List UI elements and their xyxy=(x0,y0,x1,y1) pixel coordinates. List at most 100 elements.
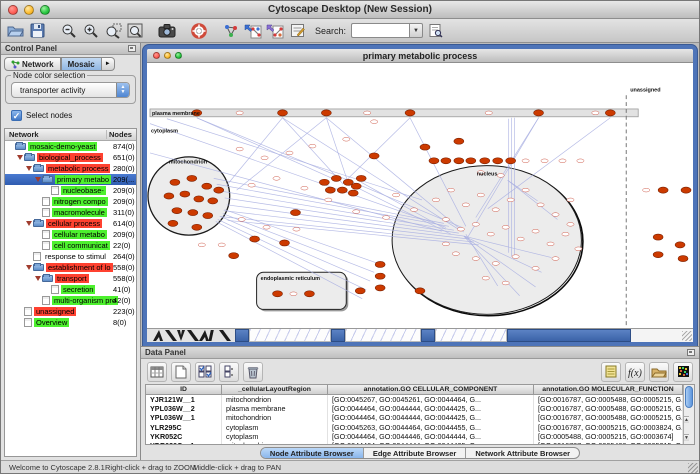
tree-row[interactable]: multi-organism pro42(0) xyxy=(5,295,136,306)
expand-triangle-icon[interactable] xyxy=(34,276,42,281)
scrollbar-thumb[interactable] xyxy=(685,386,693,408)
zoom-fit-icon[interactable] xyxy=(125,21,145,41)
window-resize-grip[interactable] xyxy=(688,463,698,473)
notepad-icon[interactable] xyxy=(601,362,621,382)
tab-node-attribute-browser[interactable]: Node Attribute Browser xyxy=(261,448,364,458)
zoom-in-icon[interactable] xyxy=(81,21,101,41)
gene-node xyxy=(229,253,239,259)
unselect-attributes-icon[interactable] xyxy=(219,362,239,382)
network-view-titlebar[interactable]: primary metabolic process xyxy=(147,49,693,63)
cytoscape-window: Cytoscape Desktop (New Session) xyxy=(0,0,700,474)
select-nodes-checkbox[interactable]: ✓ xyxy=(11,110,22,121)
delete-attribute-icon[interactable] xyxy=(243,362,263,382)
small-node xyxy=(236,147,243,151)
float-data-panel-icon[interactable] xyxy=(687,349,695,356)
zoom-out-icon[interactable] xyxy=(59,21,79,41)
select-attributes-icon[interactable] xyxy=(195,362,215,382)
tab-network-attribute-browser[interactable]: Network Attribute Browser xyxy=(466,448,579,458)
mitochondrion-label: mitochondrion xyxy=(169,160,207,166)
scroll-up-icon[interactable]: ▲ xyxy=(684,416,689,423)
table-row[interactable]: YKR052Ccytoplasm[GO:0044464, GO:0044446,… xyxy=(146,432,683,441)
minimized-window-titlebar[interactable] xyxy=(421,329,435,342)
tree-row[interactable]: response to stimul264(0) xyxy=(5,251,136,262)
search-dropdown-icon[interactable]: ▼ xyxy=(409,23,423,38)
folder-icon xyxy=(42,275,53,282)
network-canvas[interactable]: plasma membranecytoplasmmitochondrionnuc… xyxy=(147,63,693,328)
float-panel-icon[interactable] xyxy=(128,45,136,52)
table-row[interactable]: YPL036W__2plasma membrane[GO:0044464, GO… xyxy=(146,404,683,413)
tree-row[interactable]: establishment of lo558(0) xyxy=(5,262,136,273)
network-view-window[interactable]: primary metabolic process plasma membran… xyxy=(143,45,697,346)
tree-row[interactable]: biological_process651(0) xyxy=(5,152,136,163)
tree-row[interactable]: cellular process614(0) xyxy=(5,218,136,229)
expand-triangle-icon[interactable] xyxy=(25,221,33,226)
snapshot-icon[interactable] xyxy=(157,21,177,41)
gene-node xyxy=(493,158,503,164)
minimized-window-thumbnail[interactable] xyxy=(345,329,421,342)
tree-col-nodes[interactable]: Nodes xyxy=(106,130,136,139)
tab-overflow-arrow[interactable]: ► xyxy=(102,57,115,71)
folder-icon xyxy=(33,264,44,271)
minimized-window-titlebar[interactable] xyxy=(235,329,249,342)
tree-row[interactable]: macromolecule311(0) xyxy=(5,207,136,218)
table-row[interactable]: YDR039C__1mitochondrion[GO:0044464, GO:0… xyxy=(146,441,683,444)
table-row[interactable]: YLR295Ccytoplasm[GO:0045263, GO:0044464,… xyxy=(146,423,683,432)
tree-row[interactable]: transport558(0) xyxy=(5,273,136,284)
gene-node xyxy=(658,187,668,193)
network-overview-icon[interactable] xyxy=(221,21,241,41)
tree-row[interactable]: nitrogen compo209(0) xyxy=(5,196,136,207)
function-builder-icon[interactable]: f(x) xyxy=(625,362,645,382)
small-node xyxy=(383,216,390,220)
tab-edge-attribute-browser[interactable]: Edge Attribute Browser xyxy=(364,448,466,458)
tree-row[interactable]: Overview8(0) xyxy=(5,317,136,328)
tab-mosaic[interactable]: Mosaic xyxy=(61,57,102,71)
table-row[interactable]: YPL036W__1mitochondrion[GO:0044464, GO:0… xyxy=(146,413,683,422)
heatmap-icon[interactable] xyxy=(673,362,693,382)
minimized-window-titlebar[interactable] xyxy=(331,329,345,342)
cytoplasm-label: cytoplasm xyxy=(151,128,178,134)
tab-network[interactable]: Network xyxy=(4,57,61,71)
tree-row[interactable]: mosaic-demo-yeast874(0) xyxy=(5,141,136,152)
tree-row[interactable]: unassigned223(0) xyxy=(5,306,136,317)
expand-triangle-icon[interactable] xyxy=(34,177,42,182)
search-input[interactable] xyxy=(351,23,409,38)
network-modify-b-icon[interactable] xyxy=(265,21,285,41)
column-header[interactable]: _cellularLayoutRegion xyxy=(222,385,328,395)
tree-row[interactable]: primary metabo209(... xyxy=(5,174,136,185)
network-modify-a-icon[interactable] xyxy=(243,21,263,41)
zoom-selected-icon[interactable] xyxy=(103,21,123,41)
column-header[interactable]: annotation.GO CELLULAR_COMPONENT xyxy=(328,385,534,395)
table-vertical-scrollbar[interactable]: ▲ ▼ xyxy=(683,385,694,444)
scroll-down-icon[interactable]: ▼ xyxy=(684,434,689,441)
annotation-form-icon[interactable] xyxy=(287,21,307,41)
status-pan-hint: Middle-click + drag to PAN xyxy=(193,463,281,472)
save-session-icon[interactable] xyxy=(27,21,47,41)
node-color-select[interactable]: transporter activity ▲▼ xyxy=(11,82,130,98)
expand-triangle-icon[interactable] xyxy=(25,265,33,270)
tree-row[interactable]: nucleobase-209(0) xyxy=(5,185,136,196)
table-row[interactable]: YJR121W__1mitochondrion[GO:0045267, GO:0… xyxy=(146,395,683,404)
column-header[interactable]: annotation.GO MOLECULAR_FUNCTION xyxy=(534,385,683,395)
expand-triangle-icon[interactable] xyxy=(16,155,24,160)
help-icon[interactable] xyxy=(189,21,209,41)
open-file-icon[interactable] xyxy=(5,21,25,41)
gene-node xyxy=(415,288,425,294)
tree-row[interactable]: metabolic process280(0) xyxy=(5,163,136,174)
expand-triangle-icon[interactable] xyxy=(25,166,33,171)
tree-row[interactable]: cell communicat22(0) xyxy=(5,240,136,251)
minimized-window-titlebar[interactable] xyxy=(507,329,631,342)
tree-row[interactable]: cellular metabo209(0) xyxy=(5,229,136,240)
minimized-window-thumbnail[interactable] xyxy=(249,329,331,342)
tree-row[interactable]: secretion41(0) xyxy=(5,284,136,295)
tree-col-network[interactable]: Network xyxy=(5,130,106,139)
gene-node xyxy=(304,291,314,297)
advanced-search-icon[interactable] xyxy=(425,21,445,41)
import-table-icon[interactable] xyxy=(649,362,669,382)
show-table-icon[interactable] xyxy=(147,362,167,382)
control-panel-header: Control Panel xyxy=(1,43,140,55)
column-header[interactable]: ID xyxy=(146,385,222,395)
table-cell: [GO:0016787, GO:0005488, GO:0005215, G..… xyxy=(534,413,683,422)
new-attribute-icon[interactable] xyxy=(171,362,191,382)
resize-grip-icon[interactable] xyxy=(682,331,692,341)
minimized-window-thumbnail[interactable] xyxy=(435,329,507,342)
